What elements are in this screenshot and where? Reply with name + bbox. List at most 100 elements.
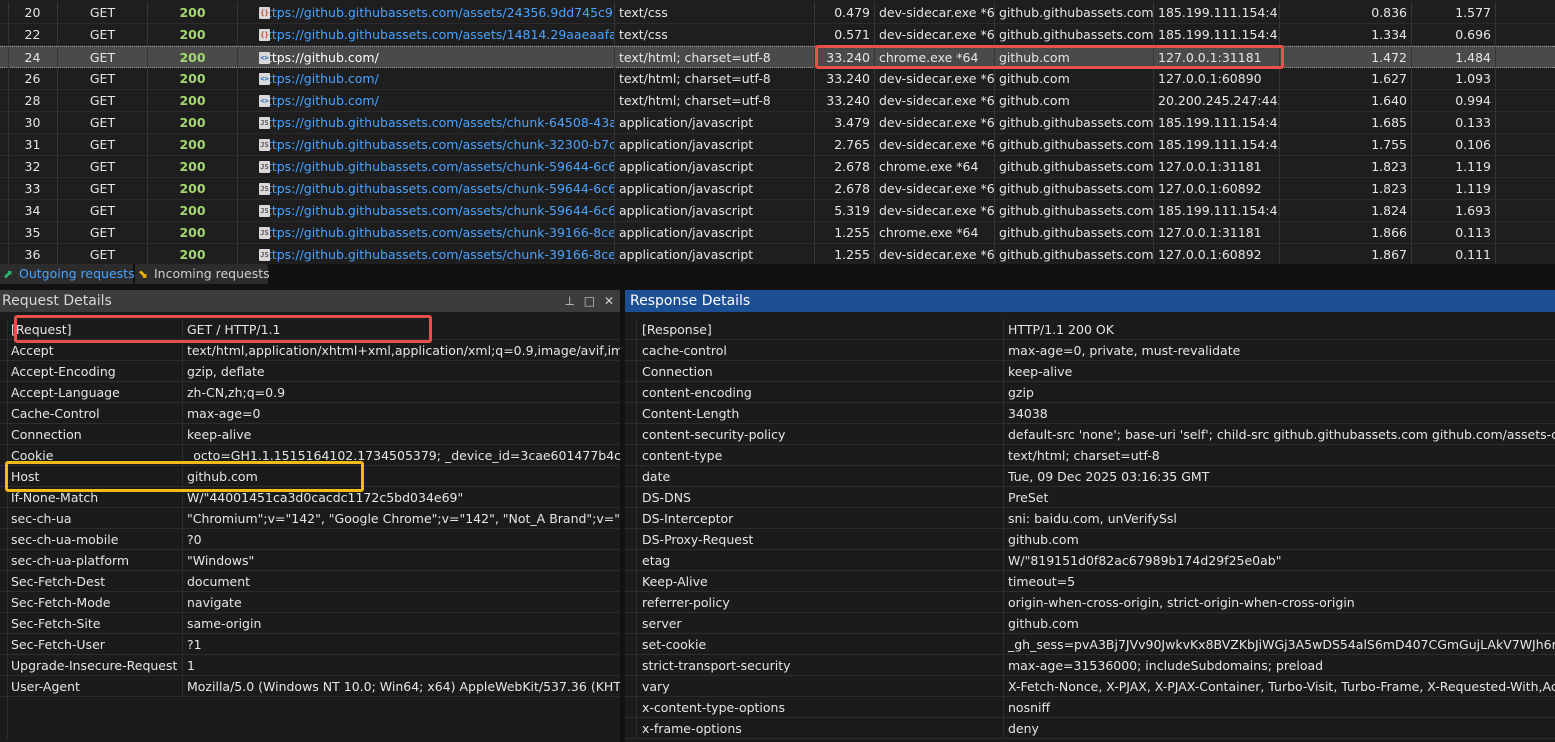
header-name: Sec-Fetch-Dest [11,574,106,589]
header-row[interactable]: User-Agent Mozilla/5.0 (Windows NT 10.0; … [0,676,620,697]
header-row[interactable]: Connection keep-alive [625,361,1555,382]
header-row[interactable]: strict-transport-security max-age=3153600… [625,655,1555,676]
request-row[interactable]: 24 GET 200 <> https://github.com/text/html; … [0,46,1555,69]
remote-address: 185.199.111.154:4... [1154,134,1280,156]
request-headers-table: [Request] GET / HTTP/1.1 Accept text/html,a… [0,319,620,697]
status-code: 200 [148,178,238,200]
css-file-icon: {} [259,29,270,41]
header-row[interactable]: If-None-Match W/"44001451ca3d0cacdc1172c5… [0,487,620,508]
header-row[interactable]: Host github.com [0,466,620,487]
status-code: 200 [148,222,238,244]
header-name: vary [642,679,670,694]
row-filler [1496,244,1555,264]
request-id: 20 [8,2,58,24]
content-type: application/javascript [615,244,815,264]
header-row[interactable]: sec-ch-ua-mobile ?0 [0,529,620,550]
process-name: dev-sidecar.exe *64 [875,200,995,222]
header-row[interactable]: date Tue, 09 Dec 2025 03:16:35 GMT [625,466,1555,487]
request-row[interactable]: 20 GET 200{} https://github.githubassets.co… [0,2,1555,24]
pin-icon[interactable]: ⊥ [564,294,574,308]
header-row[interactable]: Accept-Encoding gzip, deflate [0,361,620,382]
header-row[interactable]: Sec-Fetch-Dest document [0,571,620,592]
host-name: github.com [995,47,1154,69]
process-name: dev-sidecar.exe *64 [875,112,995,134]
header-row[interactable]: [Response] HTTP/1.1 200 OK [625,319,1555,340]
header-row[interactable]: DS-Interceptor sni: baidu.com, unVerifySs… [625,508,1555,529]
request-row[interactable]: 32 GET 200 JS https://github.githubassets.co… [0,156,1555,178]
tab-outgoing-requests[interactable]: ⬈ Outgoing requests [0,264,135,284]
header-value: default-src 'none'; base-uri 'self'; chi… [1003,424,1555,445]
request-row[interactable]: 31 GET 200 JS https://github.githubassets.co… [0,134,1555,156]
close-icon[interactable]: ✕ [604,294,614,308]
header-row[interactable]: Accept text/html,application/xhtml+xml,ap… [0,340,620,361]
request-id: 32 [8,156,58,178]
request-url: <> https://github.com/ [238,47,615,69]
row-filler [1496,2,1555,24]
request-row[interactable]: 30 GET 200 JS https://github.githubassets.co… [0,112,1555,134]
maximize-icon[interactable]: □ [584,294,595,308]
arrow-up-icon: ⬈ [3,267,14,281]
row-filler [1496,200,1555,222]
timing-2: 1.484 [1412,47,1496,69]
header-row[interactable]: content-type text/html; charset=utf-8 [625,445,1555,466]
header-row[interactable]: vary X-Fetch-Nonce, X-PJAX, X-PJAX-Contai… [625,676,1555,697]
request-url: JS https://github.githubassets.com/assets… [238,134,615,156]
header-row[interactable]: [Request] GET / HTTP/1.1 [0,319,620,340]
header-row[interactable]: Connection keep-alive [0,424,620,445]
request-url-text: https://github.githubassets.com/assets/c… [259,247,615,262]
header-row[interactable]: Sec-Fetch-Mode navigate [0,592,620,613]
header-row[interactable]: x-frame-options deny [625,718,1555,739]
header-row[interactable]: Keep-Alive timeout=5 [625,571,1555,592]
remote-address: 127.0.0.1:60892 [1154,178,1280,200]
header-name: Host [11,469,40,484]
header-row[interactable]: referrer-policy origin-when-cross-origin,… [625,592,1555,613]
header-row[interactable]: DS-DNS PreSet [625,487,1555,508]
request-list-grid[interactable]: 20 GET 200{} https://github.githubassets.co… [0,0,1555,264]
tab-incoming-requests[interactable]: ⬊ Incoming requests [135,264,270,284]
status-code: 200 [148,112,238,134]
response-size: 2.678 [815,156,875,178]
request-row[interactable]: 36 GET 200 JS https://github.githubassets.co… [0,244,1555,264]
header-value: _gh_sess=pvA3Bj7JVv90JwkvKx8BVZKbJiWGj3A… [1003,634,1555,655]
request-method: GET [58,68,148,90]
header-name: Content-Length [642,406,740,421]
request-row[interactable]: 35 GET 200 JS https://github.githubassets.co… [0,222,1555,244]
header-row[interactable]: content-security-policy default-src 'none… [625,424,1555,445]
header-row[interactable]: Cookie _octo=GH1.1.1515164102.1734505379;… [0,445,620,466]
header-row[interactable]: Accept-Language zh-CN,zh;q=0.9 [0,382,620,403]
header-value: max-age=31536000; includeSubdomains; pre… [1003,655,1555,676]
request-row[interactable]: 22 GET 200{} https://github.githubassets.co… [0,24,1555,46]
timing-1: 0.836 [1280,2,1412,24]
header-row[interactable]: etag W/"819151d0f82ac67989b174d29f25e0ab" [625,550,1555,571]
header-row[interactable]: Cache-Control max-age=0 [0,403,620,424]
header-row[interactable]: Upgrade-Insecure-Requests 1 [0,655,620,676]
header-row[interactable]: set-cookie _gh_sess=pvA3Bj7JVv90JwkvKx8BV… [625,634,1555,655]
request-row[interactable]: 33 GET 200 JS https://github.githubassets.co… [0,178,1555,200]
header-row[interactable]: sec-ch-ua-platform "Windows" [0,550,620,571]
header-row[interactable]: content-encoding gzip [625,382,1555,403]
timing-2: 1.577 [1412,2,1496,24]
header-row[interactable]: Sec-Fetch-User ?1 [0,634,620,655]
header-row[interactable]: server github.com [625,613,1555,634]
header-name: Connection [11,427,82,442]
header-row[interactable]: x-content-type-options nosniff [625,697,1555,718]
header-row[interactable]: Sec-Fetch-Site same-origin [0,613,620,634]
request-row[interactable]: 28 GET 200 <> https://github.com/text/html; … [0,90,1555,112]
header-value: Mozilla/5.0 (Windows NT 10.0; Win64; x64… [182,676,620,697]
request-method: GET [58,156,148,178]
header-name: Cookie [11,448,54,463]
content-type: text/css [615,2,815,24]
header-value: 34038 [1003,403,1555,424]
request-row[interactable]: 34 GET 200 JS https://github.githubassets.co… [0,200,1555,222]
row-filler [1496,134,1555,156]
request-row[interactable]: 26 GET 200 <> https://github.com/text/html; … [0,68,1555,90]
pane-tools: ⊥ □ ✕ [559,290,614,312]
header-row[interactable]: Content-Length 34038 [625,403,1555,424]
content-type: application/javascript [615,222,815,244]
header-row[interactable]: cache-control max-age=0, private, must-re… [625,340,1555,361]
header-row[interactable]: sec-ch-ua "Chromium";v="142", "Google Chr… [0,508,620,529]
header-name: cache-control [642,343,727,358]
header-row[interactable]: DS-Proxy-Request github.com [625,529,1555,550]
js-file-icon: JS [259,117,270,129]
js-file-icon: JS [259,205,270,217]
